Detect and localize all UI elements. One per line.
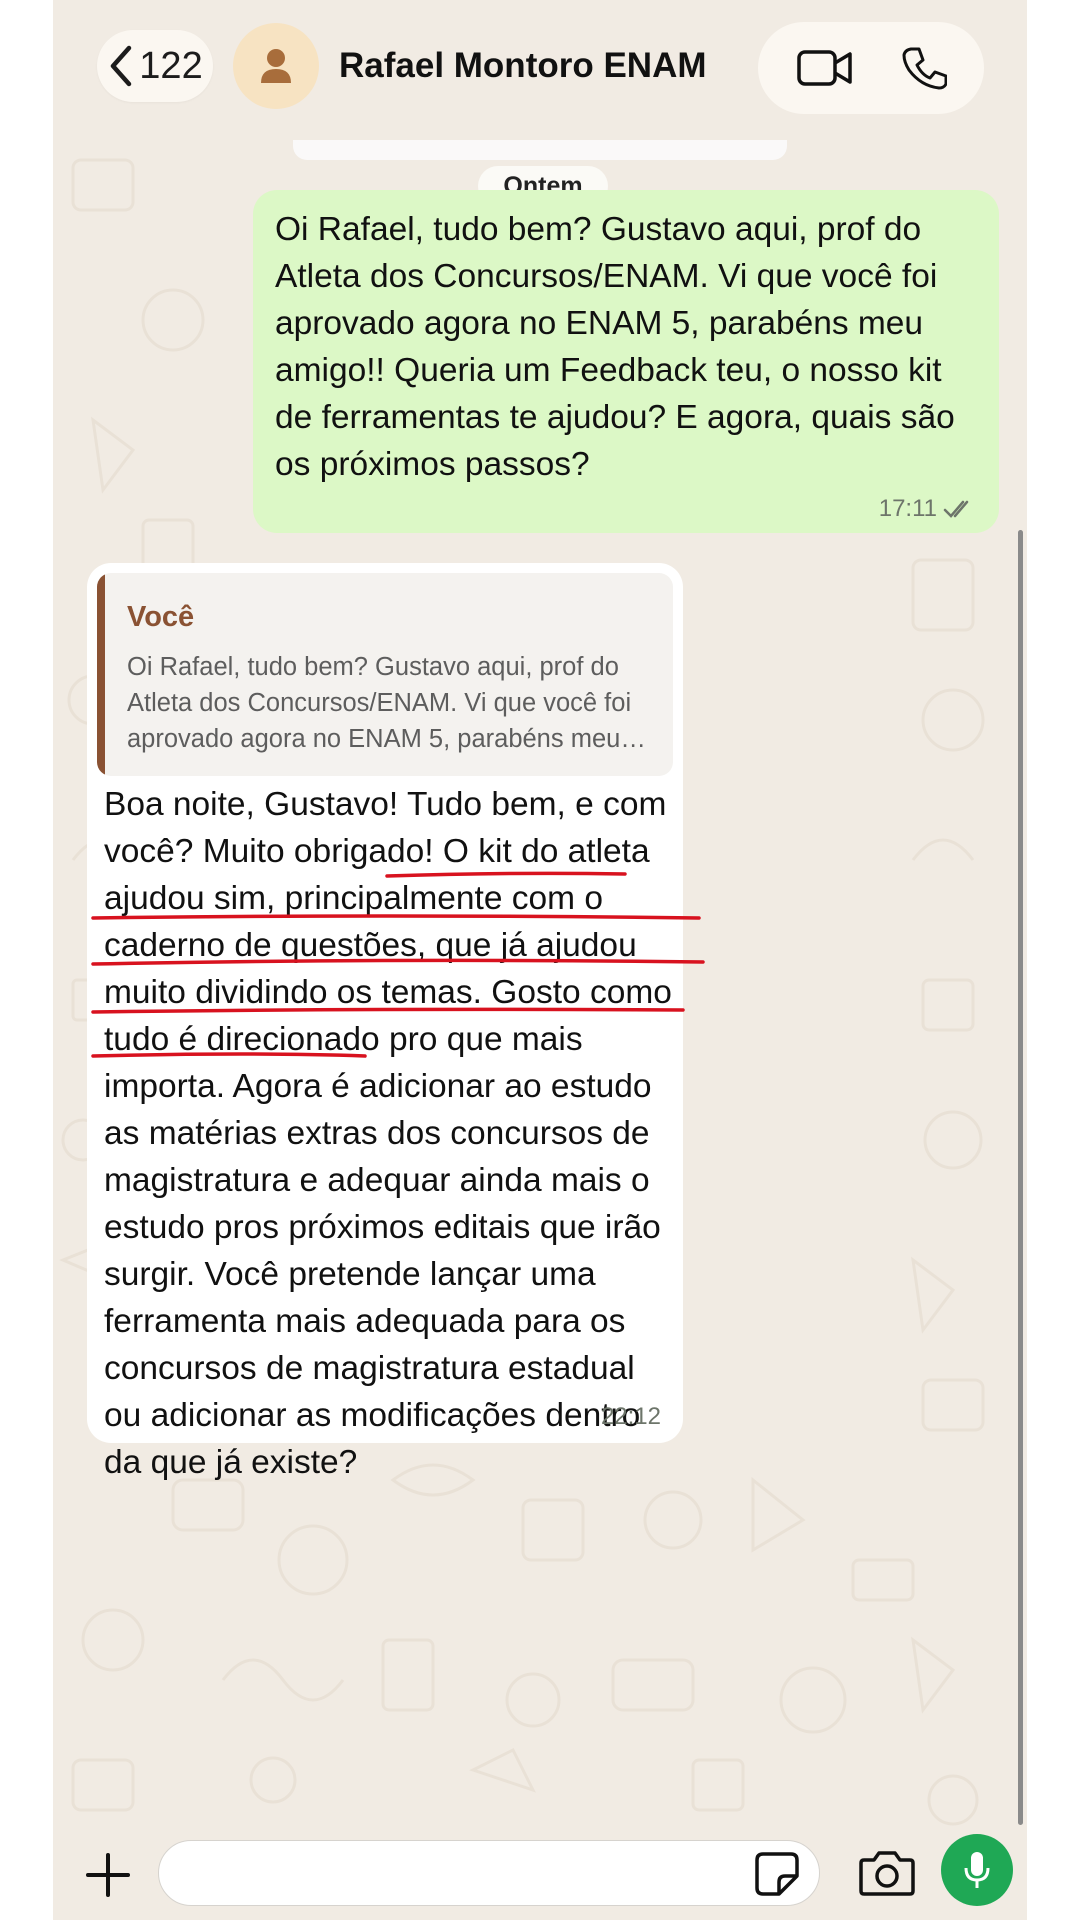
- sticker-button[interactable]: [753, 1850, 801, 1898]
- sticker-icon: [755, 1852, 799, 1896]
- voice-message-button[interactable]: [941, 1834, 1013, 1906]
- message-meta: 17:11: [879, 495, 977, 523]
- voice-call-button[interactable]: [901, 45, 947, 91]
- message-text: Oi Rafael, tudo bem? Gustavo aqui, prof …: [275, 211, 955, 483]
- incoming-message[interactable]: Você Oi Rafael, tudo bem? Gustavo aqui, …: [87, 563, 683, 1481]
- quote-text: Oi Rafael, tudo bem? Gustavo aqui, prof …: [127, 653, 632, 753]
- plus-icon: [86, 1853, 130, 1897]
- contact-name[interactable]: Rafael Montoro ENAM: [339, 46, 707, 86]
- back-button[interactable]: 122: [97, 30, 213, 102]
- camera-button[interactable]: [858, 1848, 916, 1898]
- person-icon: [261, 49, 291, 83]
- video-call-button[interactable]: [796, 48, 854, 88]
- attach-button[interactable]: [83, 1850, 133, 1900]
- scrollbar[interactable]: [1018, 530, 1023, 1825]
- unread-count: 122: [139, 44, 203, 87]
- contact-header[interactable]: Rafael Montoro ENAM: [233, 22, 707, 110]
- composer: [53, 1834, 1027, 1920]
- avatar[interactable]: [233, 23, 319, 109]
- double-check-icon: [943, 500, 969, 518]
- phone-icon: [902, 47, 947, 90]
- quote-accent-bar: [97, 573, 105, 776]
- previous-message-edge: [293, 140, 787, 160]
- chevron-left-icon: [111, 45, 132, 87]
- quote-author: Você: [127, 601, 195, 633]
- microphone-icon: [964, 1852, 990, 1888]
- message-time: 17:11: [878, 495, 937, 522]
- message-text: Boa noite, Gustavo! Tudo bem, e com você…: [104, 786, 672, 1481]
- message-input[interactable]: [158, 1840, 820, 1906]
- camera-icon: [859, 1851, 915, 1896]
- outgoing-message[interactable]: Oi Rafael, tudo bem? Gustavo aqui, prof …: [253, 190, 999, 533]
- quoted-message[interactable]: Você Oi Rafael, tudo bem? Gustavo aqui, …: [97, 573, 673, 776]
- video-camera-icon: [796, 50, 852, 86]
- chat-screen: 122 Rafael Montoro ENAM Ontem Oi Rafael,…: [53, 0, 1027, 1920]
- call-actions: [758, 22, 984, 114]
- message-time: 22:12: [600, 1403, 661, 1430]
